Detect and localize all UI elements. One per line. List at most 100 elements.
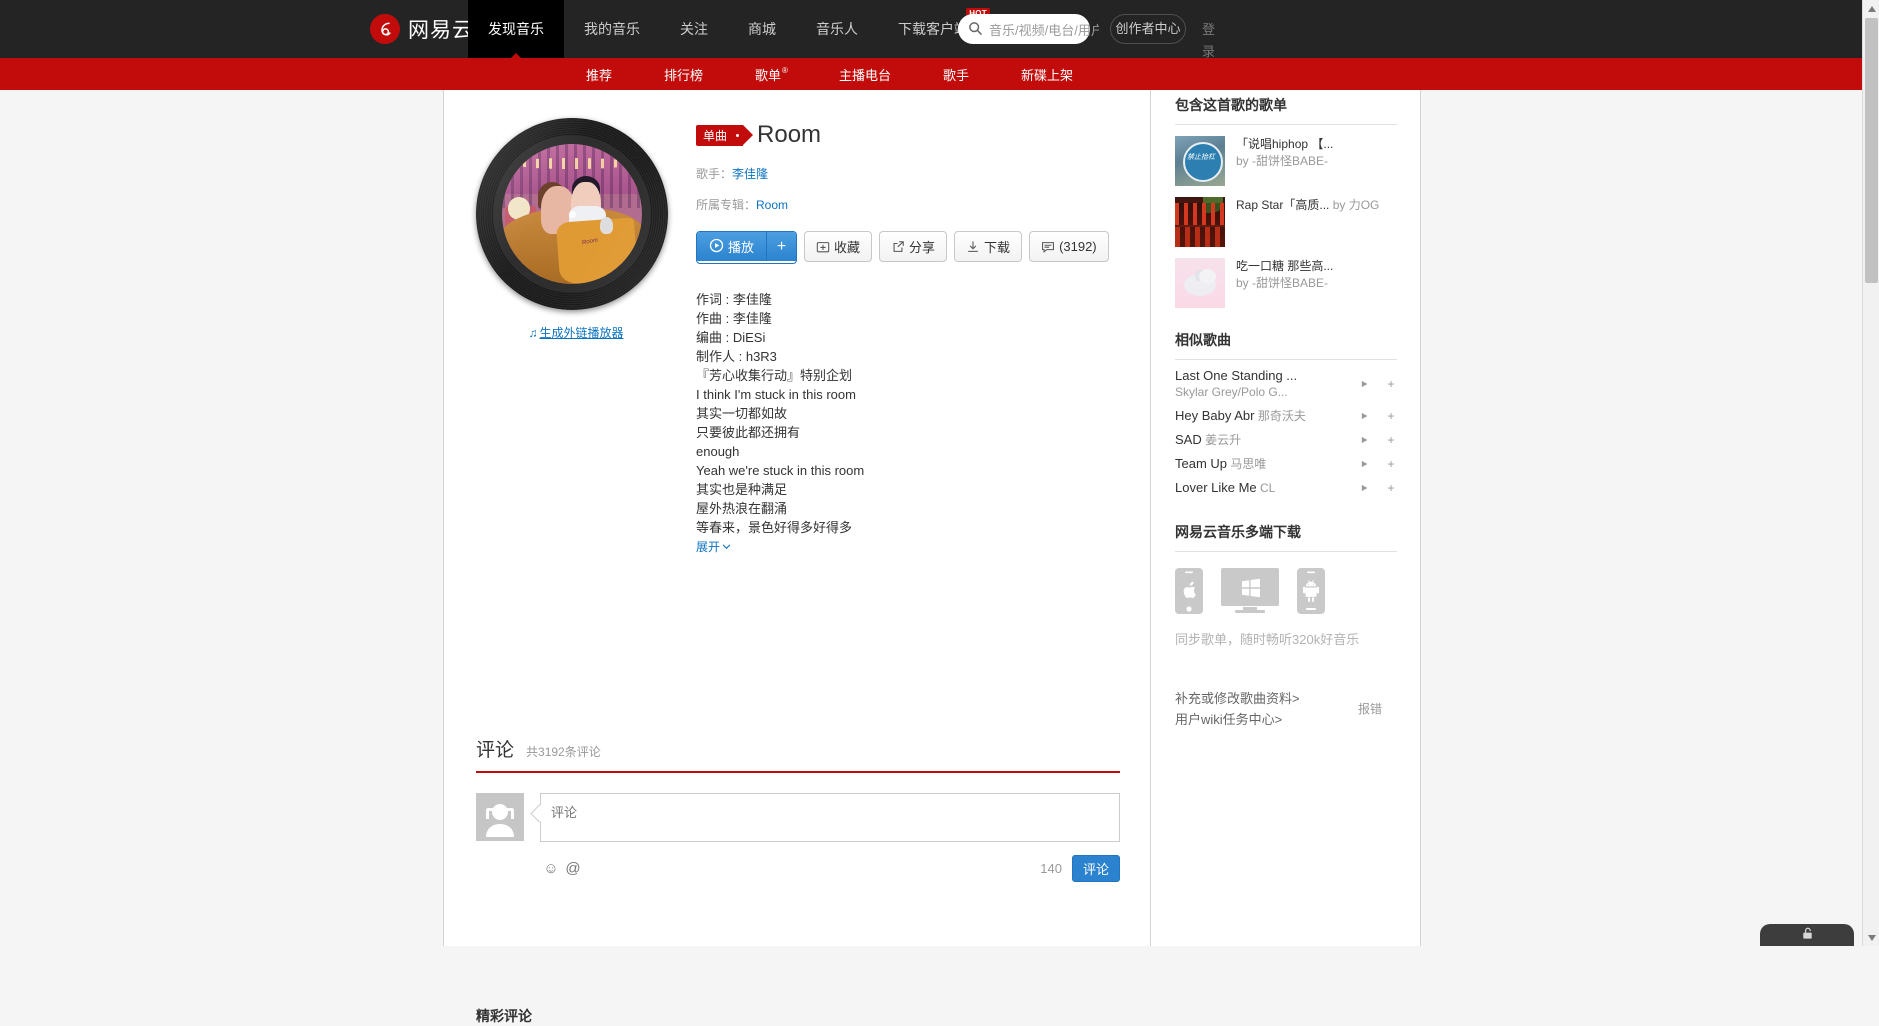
artist-link[interactable]: 李佳隆 <box>732 167 768 181</box>
comment-count-button[interactable]: (3192) <box>1029 231 1109 262</box>
emoji-icon[interactable]: ☺ <box>540 858 562 880</box>
song-title-row: 单曲 Room <box>696 118 1126 152</box>
add-to-playlist-button[interactable]: + <box>766 232 797 261</box>
collect-button[interactable]: 收藏 <box>804 231 873 262</box>
nav-discover[interactable]: 发现音乐 <box>468 0 564 59</box>
list-item[interactable]: Rap Star「高质... by 力OG <box>1175 186 1397 247</box>
playlist-cover-icon: 禁止抬杠 <box>1175 136 1225 186</box>
nav-my-music[interactable]: 我的音乐 <box>564 0 660 58</box>
subnav-artists[interactable]: 歌手 <box>917 58 995 90</box>
play-button-label: 播放 <box>728 240 755 255</box>
subnav-new-albums-label: 新碟上架 <box>1020 67 1073 83</box>
album-cover-art: Room <box>502 144 642 284</box>
avatar <box>476 793 524 841</box>
song-info-column: 单曲 Room 歌手：李佳隆 所属专辑：Room 播放 + 收藏 分享 下载 (… <box>696 118 1126 557</box>
subnav-playlist-label: 歌单 <box>755 67 782 83</box>
page-root: 网易云音乐 发现音乐 我的音乐 关注 商城 音乐人 下载客户端 HOT <box>0 0 1879 1024</box>
list-item[interactable]: SAD 姜云升 + <box>1175 424 1397 448</box>
lyric-line: Yeah we're stuck in this room <box>696 463 865 478</box>
windows-desktop-icon[interactable] <box>1221 568 1279 614</box>
play-triangle-icon[interactable] <box>1360 459 1372 469</box>
playlist-cover-text: 禁止抬杠 <box>1187 154 1215 161</box>
sidebar-divider <box>1150 90 1151 946</box>
play-triangle-icon[interactable] <box>1360 411 1372 421</box>
artist-row: 歌手：李佳隆 <box>696 165 1126 183</box>
add-icon[interactable]: + <box>1385 481 1397 495</box>
nav-follow[interactable]: 关注 <box>660 0 728 58</box>
cover-caption: Room <box>581 237 599 247</box>
subnav-new-albums[interactable]: 新碟上架 <box>995 58 1099 90</box>
nav-musician[interactable]: 音乐人 <box>796 0 878 58</box>
edit-song-info-link[interactable]: 补充或修改歌曲资料> <box>1175 691 1300 706</box>
chevron-down-icon <box>722 538 731 557</box>
share-button[interactable]: 分享 <box>879 231 948 262</box>
list-item[interactable]: 吃一口糖 那些高... by -甜饼怪BABE- <box>1175 247 1397 308</box>
download-arrow-icon <box>966 240 980 254</box>
mini-player-lock-tab[interactable] <box>1760 924 1854 946</box>
play-triangle-icon[interactable] <box>1360 483 1372 493</box>
browser-scrollbar[interactable] <box>1862 0 1879 946</box>
hot-comments-title: 精彩评论 <box>476 1008 532 1024</box>
music-note-icon: ♫ <box>528 326 538 340</box>
download-button[interactable]: 下载 <box>954 231 1023 262</box>
wiki-task-center-link[interactable]: 用户wiki任务中心> <box>1175 712 1282 727</box>
playlist-name: 吃一口糖 那些高... <box>1236 259 1334 273</box>
list-item[interactable]: Team Up 马思唯 + <box>1175 448 1397 472</box>
creator-center-button[interactable]: 创作者中心 <box>1110 14 1186 44</box>
play-triangle-icon[interactable] <box>1360 435 1372 445</box>
subnav-recommend[interactable]: 推荐 <box>560 58 638 90</box>
playlists-block: 包含这首歌的歌单 禁止抬杠 「说唱hiphop 【... by -甜饼怪BABE… <box>1175 95 1397 308</box>
subnav-radio[interactable]: 主播电台 <box>813 58 917 90</box>
album-cover-column: Room ♫ 生成外链播放器 <box>476 118 676 341</box>
nav-discover-label: 发现音乐 <box>488 21 544 37</box>
lyric-line: 屋外热浪在翻涌 <box>696 501 788 516</box>
search-box[interactable] <box>958 14 1101 46</box>
list-item[interactable]: Last One Standing ... Skylar Grey/Polo G… <box>1175 360 1397 400</box>
list-item[interactable]: Hey Baby Abr 那奇沃夫 + <box>1175 400 1397 424</box>
album-label: 所属专辑： <box>696 198 757 212</box>
subnav-playlist[interactable]: 歌单 ® <box>729 58 813 90</box>
comments-section: 评论 共3192条评论 ☺ @ <box>476 735 1120 882</box>
generate-outlink-player-link[interactable]: 生成外链播放器 <box>539 326 623 340</box>
sub-nav-inner: 推荐 排行榜 歌单 ® 主播电台 歌手 新碟上架 <box>560 58 1099 90</box>
add-icon[interactable]: + <box>1385 433 1397 447</box>
play-button[interactable]: 播放 <box>697 232 767 261</box>
scrollbar-down-arrow-icon[interactable] <box>1863 929 1879 946</box>
expand-lyrics-button[interactable]: 展开 <box>696 538 731 557</box>
add-icon[interactable]: + <box>1385 409 1397 423</box>
scrollbar-thumb[interactable] <box>1865 18 1878 283</box>
login-link[interactable]: 登录 <box>1202 19 1218 63</box>
vinyl-spindle-hole <box>568 210 576 218</box>
add-icon[interactable]: + <box>1385 457 1397 471</box>
comments-title: 评论 <box>476 740 515 761</box>
lyric-line: 作词 : 李佳隆 <box>696 292 772 307</box>
download-block: 网易云音乐多端下载 同步歌单，随时畅听320k好音乐 <box>1175 522 1397 650</box>
download-title: 网易云音乐多端下载 <box>1175 522 1397 552</box>
play-circle-icon <box>709 238 724 256</box>
apple-iphone-icon[interactable] <box>1175 568 1203 614</box>
nav-my-music-label: 我的音乐 <box>584 21 640 37</box>
list-item[interactable]: 禁止抬杠 「说唱hiphop 【... by -甜饼怪BABE- <box>1175 125 1397 186</box>
playlist-author: by -甜饼怪BABE- <box>1236 276 1329 290</box>
similar-song-artist: 姜云升 <box>1205 433 1242 447</box>
list-item[interactable]: Lover Like Me CL + <box>1175 472 1397 496</box>
lyric-line: 作曲 : 李佳隆 <box>696 311 772 326</box>
download-platform-icons <box>1175 568 1397 614</box>
search-input[interactable] <box>987 14 1101 46</box>
play-button-group: 播放 + <box>696 231 798 264</box>
album-link[interactable]: Room <box>756 198 788 212</box>
similar-songs-title: 相似歌曲 <box>1175 330 1397 360</box>
subnav-ranking[interactable]: 排行榜 <box>638 58 729 90</box>
lyric-line: enough <box>696 444 740 459</box>
add-icon[interactable]: + <box>1385 377 1397 391</box>
comment-count-label: (3192) <box>1059 239 1097 254</box>
comment-input[interactable] <box>540 793 1120 842</box>
right-sidebar: 包含这首歌的歌单 禁止抬杠 「说唱hiphop 【... by -甜饼怪BABE… <box>1175 95 1397 730</box>
play-triangle-icon[interactable] <box>1360 379 1372 389</box>
submit-comment-button[interactable]: 评论 <box>1071 855 1120 882</box>
scrollbar-up-arrow-icon[interactable] <box>1863 0 1879 17</box>
android-phone-icon[interactable] <box>1297 568 1325 614</box>
nav-store[interactable]: 商城 <box>728 0 796 58</box>
mention-at-icon[interactable]: @ <box>562 858 584 880</box>
vinyl-record[interactable]: Room <box>476 118 668 310</box>
